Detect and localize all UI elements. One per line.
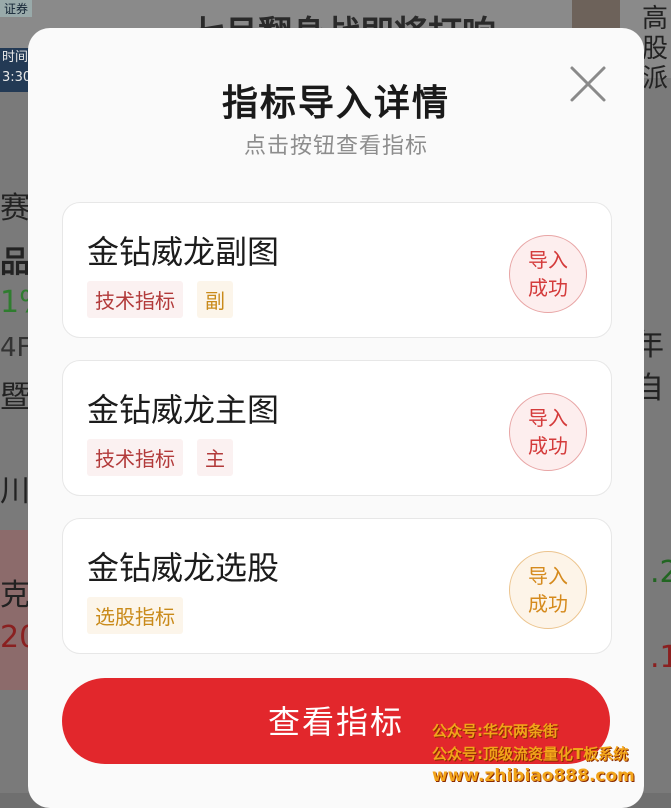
status-line: 成功 [528, 434, 568, 458]
status-line: 成功 [528, 276, 568, 300]
status-line: 导入 [528, 406, 568, 430]
indicator-tag: 技术指标 [87, 439, 183, 476]
status-line: 导入 [528, 564, 568, 588]
dialog-title: 指标导入详情 [221, 83, 450, 124]
import-status-badge: 导入 成功 [509, 393, 587, 471]
indicator-tag: 技术指标 [87, 281, 183, 318]
import-status-badge: 导入 成功 [509, 235, 587, 313]
indicator-card[interactable]: 金钻威龙主图 技术指标 主 导入 成功 [62, 360, 612, 496]
import-status-badge: 导入 成功 [509, 551, 587, 629]
watermark-line: 公众号:华尔两条街 [432, 722, 558, 740]
indicator-tags: 技术指标 主 [87, 439, 233, 476]
indicator-tag: 主 [197, 439, 233, 476]
close-button[interactable] [566, 62, 610, 106]
indicator-tag: 副 [197, 281, 233, 318]
indicator-tags: 选股指标 [87, 597, 183, 634]
background-left-fragment: 暨 [0, 380, 30, 415]
background-right-text: 高股派 [642, 4, 669, 94]
background-logo: 证券 [0, 0, 33, 17]
background-right-fragment: .1 [650, 640, 671, 675]
indicator-card[interactable]: 金钻威龙选股 选股指标 导入 成功 [62, 518, 612, 654]
indicator-name: 金钻威龙副图 [87, 233, 280, 271]
indicator-import-dialog: 指标导入详情 点击按钮查看指标 金钻威龙副图 技术指标 副 导入 成功 金钻威龙… [28, 28, 644, 808]
watermark-line: 公众号:顶级流资量化T板系统 [432, 745, 629, 763]
watermark-line: www.zhibiao888.com [432, 766, 635, 786]
status-line: 成功 [528, 592, 568, 616]
indicator-name: 金钻威龙主图 [87, 391, 280, 429]
status-line: 导入 [528, 248, 568, 272]
indicator-tag: 选股指标 [87, 597, 183, 634]
background-right-fragment: .2 [650, 555, 671, 590]
indicator-name: 金钻威龙选股 [87, 549, 280, 587]
indicator-card[interactable]: 金钻威龙副图 技术指标 副 导入 成功 [62, 202, 612, 338]
close-icon [570, 66, 606, 102]
dialog-subtitle: 点击按钮查看指标 [243, 134, 428, 159]
background-left-fragment: 品 [0, 245, 30, 280]
indicator-tags: 技术指标 副 [87, 281, 233, 318]
